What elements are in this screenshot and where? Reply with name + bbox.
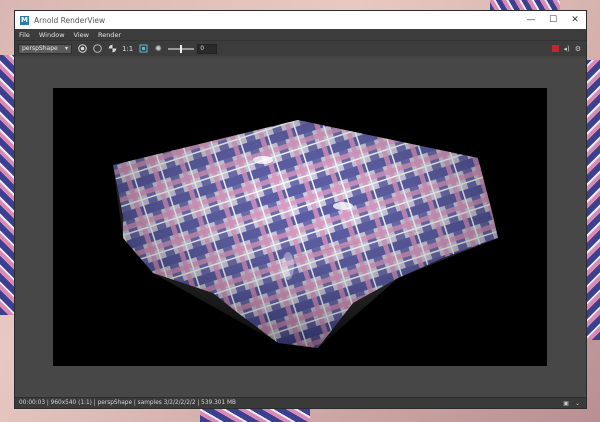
color-channel-icon[interactable] bbox=[107, 44, 117, 54]
render-image[interactable] bbox=[53, 88, 547, 366]
aov-icon[interactable] bbox=[92, 44, 102, 54]
speaker-icon[interactable]: ◂) bbox=[563, 45, 569, 53]
stop-icon[interactable] bbox=[552, 45, 560, 52]
chevron-down-icon[interactable]: ⌄ bbox=[575, 400, 580, 407]
maximize-button[interactable]: ☐ bbox=[542, 15, 564, 25]
exposure-icon: ✺ bbox=[154, 44, 162, 53]
exposure-input[interactable]: 0 bbox=[197, 43, 218, 54]
toolbar: perspShape ▾ 1:1 ✺ 0 ◂) ⚙ bbox=[15, 40, 586, 56]
status-bar: 00:00:03 | 960x540 (1:1) | perspShape | … bbox=[15, 397, 586, 408]
crop-region-icon[interactable] bbox=[138, 44, 148, 54]
maya-icon: M bbox=[20, 15, 29, 25]
menu-file[interactable]: File bbox=[19, 31, 30, 39]
chevron-down-icon: ▾ bbox=[64, 45, 68, 52]
exposure-slider-handle[interactable] bbox=[180, 44, 183, 53]
exposure-slider[interactable] bbox=[168, 44, 195, 53]
camera-select[interactable]: perspShape ▾ bbox=[18, 43, 72, 54]
rendered-tablecloth bbox=[113, 120, 498, 348]
desktop-background-left bbox=[0, 55, 14, 315]
gear-icon[interactable]: ⚙ bbox=[575, 45, 581, 53]
menu-bar: File Window View Render bbox=[15, 29, 586, 40]
render-viewport[interactable] bbox=[15, 58, 586, 397]
render-icon[interactable] bbox=[77, 44, 87, 54]
render-view-window: M Arnold RenderView — ☐ ✕ File Window Vi… bbox=[14, 10, 587, 409]
title-bar[interactable]: M Arnold RenderView — ☐ ✕ bbox=[15, 11, 586, 29]
menu-view[interactable]: View bbox=[74, 31, 89, 39]
window-title: Arnold RenderView bbox=[34, 15, 106, 25]
menu-window[interactable]: Window bbox=[39, 31, 65, 39]
minimize-button[interactable]: — bbox=[520, 15, 542, 25]
zoom-ratio-label[interactable]: 1:1 bbox=[122, 45, 133, 53]
camera-select-value: perspShape bbox=[22, 45, 58, 52]
desktop-background-right bbox=[586, 60, 600, 340]
camera-icon[interactable]: ▣ bbox=[563, 400, 569, 407]
status-text: 00:00:03 | 960x540 (1:1) | perspShape | … bbox=[19, 400, 236, 406]
desktop-background-bottom bbox=[200, 408, 310, 422]
close-button[interactable]: ✕ bbox=[564, 15, 586, 25]
menu-render[interactable]: Render bbox=[98, 31, 121, 39]
